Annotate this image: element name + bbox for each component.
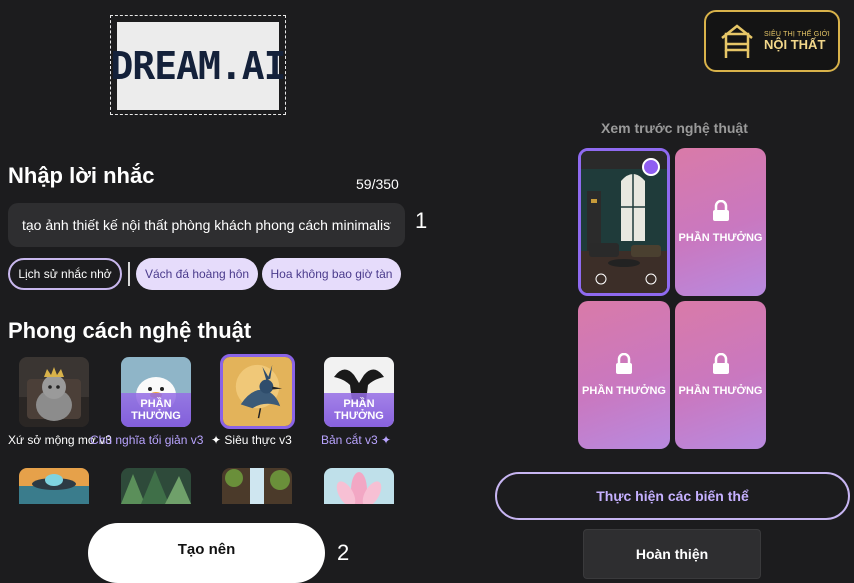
reward-overlay: PHẦN THƯỞNG xyxy=(324,393,394,427)
preview-card-locked: PHẦN THƯỞNG xyxy=(578,301,670,449)
style-thumb-forest[interactable] xyxy=(121,468,191,504)
king-cat-icon xyxy=(19,357,89,427)
style-thumb-waterfall[interactable] xyxy=(222,468,292,504)
prompt-heading: Nhập lời nhắc xyxy=(8,163,155,188)
bird-icon xyxy=(223,357,292,426)
style-thumb-dreamland[interactable] xyxy=(19,357,89,427)
logo-text: DREAM.AI xyxy=(110,44,286,88)
lock-icon xyxy=(712,353,729,374)
make-variants-button[interactable]: Thực hiện các biến thể xyxy=(495,472,850,520)
style-thumb-surreal[interactable] xyxy=(220,354,295,429)
prompt-history-button[interactable]: Lịch sử nhắc nhở xyxy=(8,258,122,290)
locked-label: PHẦN THƯỞNG xyxy=(582,385,666,397)
chip-divider xyxy=(128,262,130,286)
char-counter: 59/350 xyxy=(356,176,399,192)
style-thumb-cutout[interactable]: PHẦN THƯỞNG xyxy=(324,357,394,427)
app-logo: DREAM.AI xyxy=(110,22,287,110)
sparkle-icon: ✦ xyxy=(211,433,222,447)
prompt-input[interactable] xyxy=(8,203,405,247)
ufo-icon xyxy=(19,468,89,504)
preview-card-locked: PHẦN THƯỞNG xyxy=(675,148,766,296)
step-marker-2: 2 xyxy=(337,540,350,565)
finish-button[interactable]: Hoàn thiện xyxy=(583,529,761,579)
suggestion-chip[interactable]: Vách đá hoàng hôn xyxy=(136,258,258,290)
chair-icon xyxy=(721,24,753,58)
brand-name: NỘI THẤT xyxy=(764,36,826,52)
style-label: Siêu thực v3 xyxy=(224,433,292,447)
sparkle-icon: ✦ xyxy=(381,433,392,447)
style-thumb-flower[interactable] xyxy=(324,468,394,504)
flower-icon xyxy=(324,468,394,504)
locked-label: PHẦN THƯỞNG xyxy=(678,385,763,397)
lock-icon xyxy=(712,200,729,221)
create-button[interactable]: Tạo nên xyxy=(88,523,325,583)
forest-icon xyxy=(121,468,191,504)
preview-card-locked: PHẦN THƯỞNG xyxy=(675,301,766,449)
waterfall-icon xyxy=(222,468,292,504)
styles-heading: Phong cách nghệ thuật xyxy=(8,318,252,343)
selected-indicator xyxy=(642,158,660,176)
style-label: Chủ nghĩa tối giản v3 xyxy=(90,433,204,447)
step-marker-1: 1 xyxy=(415,208,428,233)
reward-overlay: PHẦN THƯỞNG xyxy=(121,393,191,427)
preview-title: Xem trước nghệ thuật xyxy=(601,120,748,136)
locked-label: PHẦN THƯỞNG xyxy=(678,232,763,244)
style-thumb-ufo[interactable] xyxy=(19,468,89,504)
style-label: Bản cắt v3 xyxy=(321,433,378,447)
lock-icon xyxy=(616,353,632,374)
brand-badge: SIÊU THỊ THẾ GIỚI NỘI THẤT xyxy=(704,10,840,72)
preview-card-image[interactable] xyxy=(578,148,670,296)
style-thumb-minimalism[interactable]: PHẦN THƯỞNG xyxy=(121,357,191,427)
suggestion-chip[interactable]: Hoa không bao giờ tàn xyxy=(262,258,401,290)
